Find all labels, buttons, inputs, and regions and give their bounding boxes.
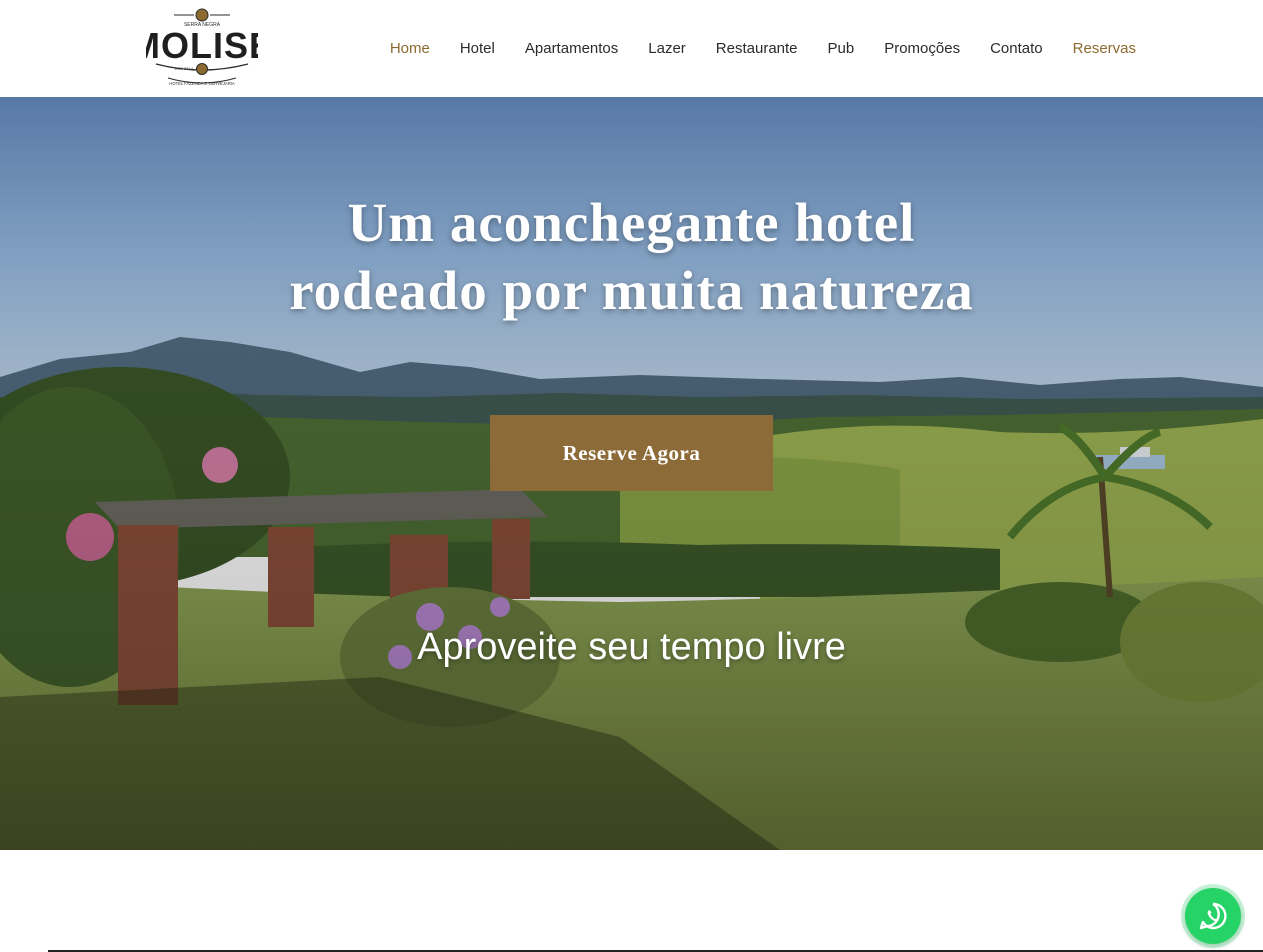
hero-title: Um aconchegante hotel rodeado por muita … — [0, 189, 1263, 325]
hero-subtitle: Aproveite seu tempo livre — [417, 626, 846, 668]
svg-text:HOTEL FAZENDA E CERVEJARIA: HOTEL FAZENDA E CERVEJARIA — [169, 81, 235, 86]
nav-item-home[interactable]: Home — [390, 39, 430, 59]
svg-text:EST 2014: EST 2014 — [175, 66, 193, 71]
hero-title-line2: rodeado por muita natureza — [289, 260, 974, 321]
whatsapp-icon — [1199, 902, 1227, 930]
nav-item-lazer[interactable]: Lazer — [648, 39, 686, 59]
svg-text:MOLISE: MOLISE — [146, 25, 258, 66]
site-header: SERRA NEGRA MOLISE EST 2014 HOTEL FAZEND… — [0, 0, 1263, 97]
brand-logo[interactable]: SERRA NEGRA MOLISE EST 2014 HOTEL FAZEND… — [146, 6, 258, 90]
nav-item-promocoes[interactable]: Promoções — [884, 39, 960, 59]
nav-item-apartamentos[interactable]: Apartamentos — [525, 39, 618, 59]
nav-item-reservas[interactable]: Reservas — [1073, 39, 1136, 59]
hero-section: Um aconchegante hotel rodeado por muita … — [0, 97, 1263, 850]
nav-item-contato[interactable]: Contato — [990, 39, 1043, 59]
main-nav: Home Hotel Apartamentos Lazer Restaurant… — [390, 39, 1136, 59]
whatsapp-button[interactable] — [1185, 888, 1241, 944]
reserve-now-button[interactable]: Reserve Agora — [490, 415, 773, 491]
nav-item-pub[interactable]: Pub — [828, 39, 855, 59]
molise-logo-icon: SERRA NEGRA MOLISE EST 2014 HOTEL FAZEND… — [146, 8, 258, 86]
nav-item-hotel[interactable]: Hotel — [460, 39, 495, 59]
nav-item-restaurante[interactable]: Restaurante — [716, 39, 798, 59]
hero-title-line1: Um aconchegante hotel — [347, 192, 916, 253]
